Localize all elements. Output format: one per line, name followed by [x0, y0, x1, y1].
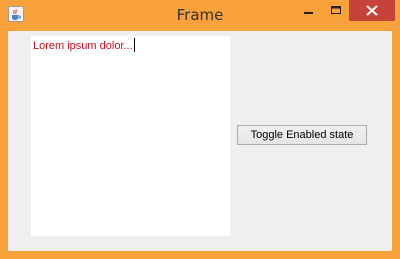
- text-area-value: Lorem ipsum dolor...: [33, 40, 133, 52]
- minimize-icon: [304, 12, 313, 14]
- maximize-icon: [331, 6, 341, 14]
- close-icon: [366, 5, 378, 16]
- app-window: Frame Lorem ipsum dolor... Toggle Enable…: [0, 0, 400, 259]
- text-area-content: Lorem ipsum dolor...: [33, 38, 135, 52]
- text-caret: [133, 38, 135, 52]
- title-bar[interactable]: Frame: [0, 0, 400, 30]
- text-area[interactable]: Lorem ipsum dolor...: [31, 36, 230, 236]
- content-pane: Lorem ipsum dolor... Toggle Enabled stat…: [8, 31, 392, 251]
- maximize-button[interactable]: [322, 0, 349, 21]
- close-button[interactable]: [349, 0, 395, 21]
- toggle-enabled-button[interactable]: Toggle Enabled state: [237, 125, 367, 145]
- minimize-button[interactable]: [295, 0, 322, 21]
